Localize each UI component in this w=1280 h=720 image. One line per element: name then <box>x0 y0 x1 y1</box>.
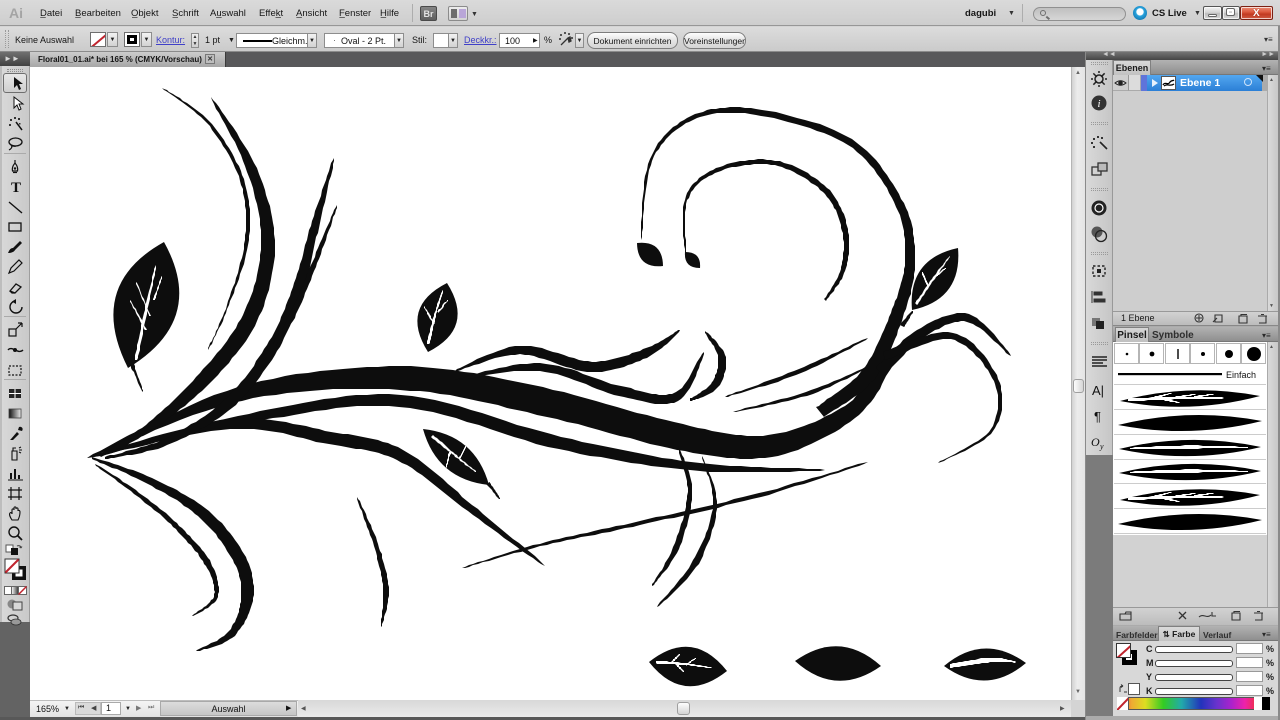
svg-text:A|: A| <box>1092 383 1104 398</box>
svg-text:T: T <box>11 180 21 196</box>
svg-text:y: y <box>1099 442 1104 451</box>
svg-text:¶: ¶ <box>1094 409 1101 424</box>
svg-text:O: O <box>1091 435 1100 449</box>
svg-text:i: i <box>1098 98 1101 110</box>
svg-text:Einfach: Einfach <box>1226 370 1256 380</box>
